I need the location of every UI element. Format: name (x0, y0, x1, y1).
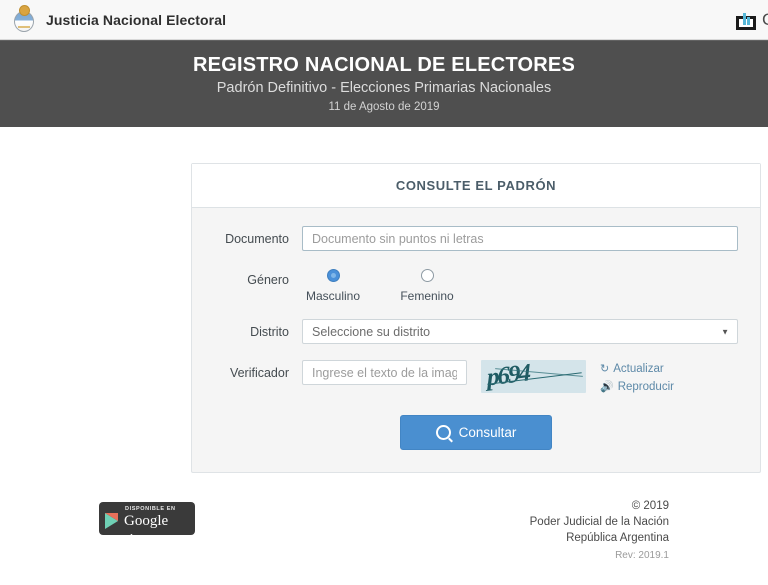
distrito-field-wrap: Seleccione su distrito ▼ (302, 319, 760, 344)
org-line-1: Poder Judicial de la Nación (529, 516, 669, 528)
distrito-select[interactable]: Seleccione su distrito ▼ (302, 319, 738, 344)
top-bar: Justicia Nacional Electoral C (0, 0, 768, 40)
google-play-brand: Google play (124, 513, 189, 547)
captcha-play-label: Reproducir (617, 381, 674, 393)
share-export-icon[interactable] (736, 10, 756, 30)
argentina-coat-of-arms-icon (12, 5, 36, 34)
verificador-field-wrap: p694 ↻ Actualizar 🔊 Reproducir (302, 360, 760, 395)
radio-masculino-control[interactable] (326, 269, 340, 282)
speaker-icon: 🔊 (600, 381, 614, 393)
consultar-button[interactable]: Consultar (400, 415, 552, 450)
chevron-down-icon: ▼ (721, 327, 729, 336)
card-header-title: CONSULTE EL PADRÓN (395, 178, 557, 193)
page-title: REGISTRO NACIONAL DE ELECTORES (193, 54, 575, 76)
radio-femenino[interactable]: Femenino (396, 269, 458, 303)
page-subtitle: Padrón Definitivo - Elecciones Primarias… (216, 80, 552, 96)
copyright-year: © 2019 (631, 500, 669, 512)
documento-field-wrap (302, 226, 760, 251)
form-row-genero: Género Masculino Femenino (192, 267, 760, 303)
genero-field-wrap: Masculino Femenino (302, 267, 760, 303)
election-date: 11 de Agosto de 2019 (328, 101, 440, 113)
cut-off-glyph: C (762, 10, 768, 30)
brand-title: Justicia Nacional Electoral (46, 11, 227, 28)
consulta-card: CONSULTE EL PADRÓN Documento Género Masc… (191, 163, 761, 473)
google-play-triangle-icon (105, 513, 118, 529)
form-row-documento: Documento (192, 226, 760, 251)
brand[interactable]: Justicia Nacional Electoral (12, 5, 227, 34)
radio-femenino-control[interactable] (420, 269, 434, 282)
card-header: CONSULTE EL PADRÓN (192, 164, 760, 208)
org-line-2: República Argentina (566, 532, 669, 544)
google-play-badge[interactable]: DISPONIBLE EN Google play (99, 502, 195, 545)
footer-inner: DISPONIBLE EN Google play © 2019 Poder J… (99, 490, 669, 561)
google-play-google: Google (124, 513, 169, 529)
genero-label: Género (247, 273, 289, 287)
verificador-label: Verificador (229, 366, 289, 380)
search-icon (435, 425, 451, 440)
revision-label: Rev: 2019.1 (615, 550, 669, 561)
documento-label: Documento (225, 232, 289, 246)
hero-banner: REGISTRO NACIONAL DE ELECTORES Padrón De… (0, 40, 768, 127)
submit-row: Consultar (192, 411, 760, 450)
google-play-play: play (124, 531, 145, 545)
verificador-row: p694 ↻ Actualizar 🔊 Reproducir (302, 360, 738, 395)
captcha-text: p694 (486, 360, 530, 392)
top-bar-actions: C (736, 0, 768, 40)
captcha-refresh-label: Actualizar (613, 363, 664, 375)
radio-masculino-label: Masculino (305, 289, 361, 303)
distrito-selected-value: Seleccione su distrito (312, 324, 431, 339)
consultar-button-label: Consultar (458, 425, 517, 440)
refresh-icon: ↻ (600, 363, 610, 375)
verificador-input[interactable] (302, 360, 467, 385)
genero-radio-group: Masculino Femenino (302, 267, 738, 303)
form-row-verificador: Verificador p694 ↻ Actualizar (192, 360, 760, 395)
documento-input[interactable] (302, 226, 738, 251)
card-body: Documento Género Masculino (192, 208, 760, 472)
radio-masculino[interactable]: Masculino (302, 269, 364, 303)
google-play-small-text: DISPONIBLE EN (125, 506, 176, 512)
captcha-actions: ↻ Actualizar 🔊 Reproducir (600, 360, 674, 395)
captcha-play-link[interactable]: 🔊 Reproducir (600, 380, 674, 395)
form-row-distrito: Distrito Seleccione su distrito ▼ (192, 319, 760, 344)
captcha-image: p694 (481, 360, 586, 393)
radio-femenino-label: Femenino (400, 289, 454, 303)
footer-copyright-block: © 2019 Poder Judicial de la Nación Repúb… (530, 498, 669, 564)
captcha-refresh-link[interactable]: ↻ Actualizar (600, 362, 674, 377)
distrito-label: Distrito (250, 325, 289, 339)
footer: DISPONIBLE EN Google play © 2019 Poder J… (0, 490, 768, 585)
